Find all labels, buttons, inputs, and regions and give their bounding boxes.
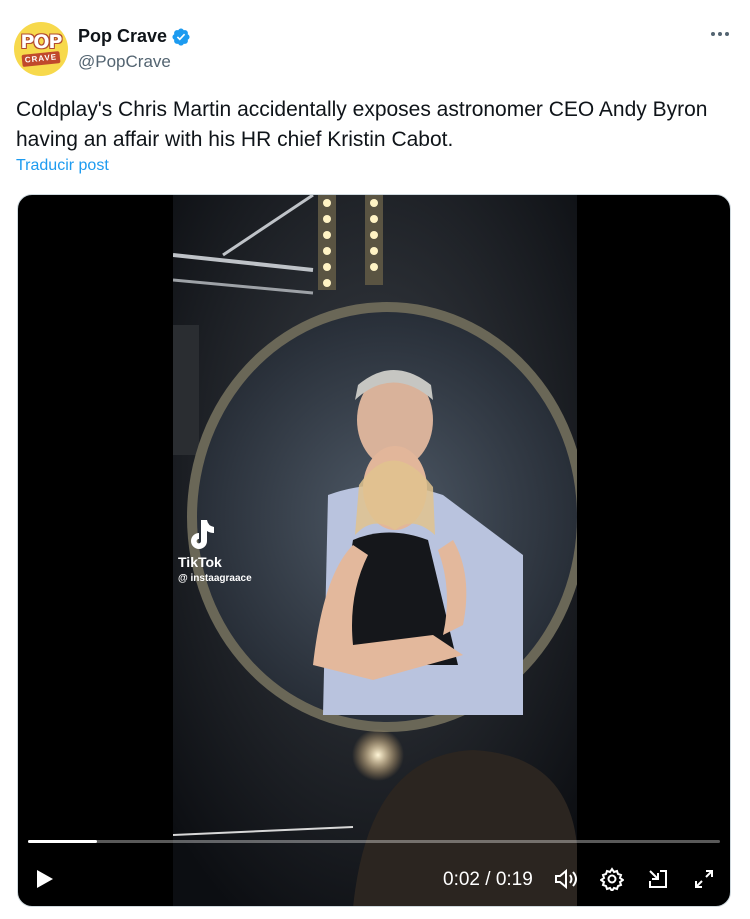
avatar[interactable]: POP CRAVE [14, 22, 68, 76]
author-display-name[interactable]: Pop Crave [78, 26, 167, 47]
settings-icon[interactable] [598, 865, 626, 893]
video-time: 0:02 / 0:19 [443, 869, 533, 890]
post-header: POP CRAVE Pop Crave @PopCrave [14, 22, 736, 78]
volume-icon[interactable] [552, 865, 580, 893]
author-name-row: Pop Crave [78, 26, 191, 47]
verified-badge-icon[interactable] [171, 27, 191, 47]
video-progress-bar[interactable] [28, 840, 720, 843]
video-controls: 0:02 / 0:19 [18, 855, 730, 905]
video-player[interactable]: TikTok @ instaagraace 0:02 / 0:19 [17, 194, 731, 907]
author-handle[interactable]: @PopCrave [78, 52, 171, 72]
pip-icon[interactable] [644, 865, 672, 893]
tiktok-watermark-brand: TikTok [178, 554, 222, 570]
video-progress-fill [28, 840, 98, 843]
more-options-icon[interactable] [708, 22, 732, 46]
post-text: Coldplay's Chris Martin accidentally exp… [16, 98, 708, 151]
video-frame: TikTok @ instaagraace [173, 195, 577, 906]
tiktok-watermark-user: @ instaagraace [178, 573, 252, 584]
avatar-logo-bottom: CRAVE [21, 51, 61, 67]
fullscreen-icon[interactable] [690, 865, 718, 893]
translate-post-link[interactable]: Traducir post [16, 157, 109, 175]
play-icon[interactable] [30, 865, 58, 893]
avatar-logo-top: POP [20, 31, 62, 53]
